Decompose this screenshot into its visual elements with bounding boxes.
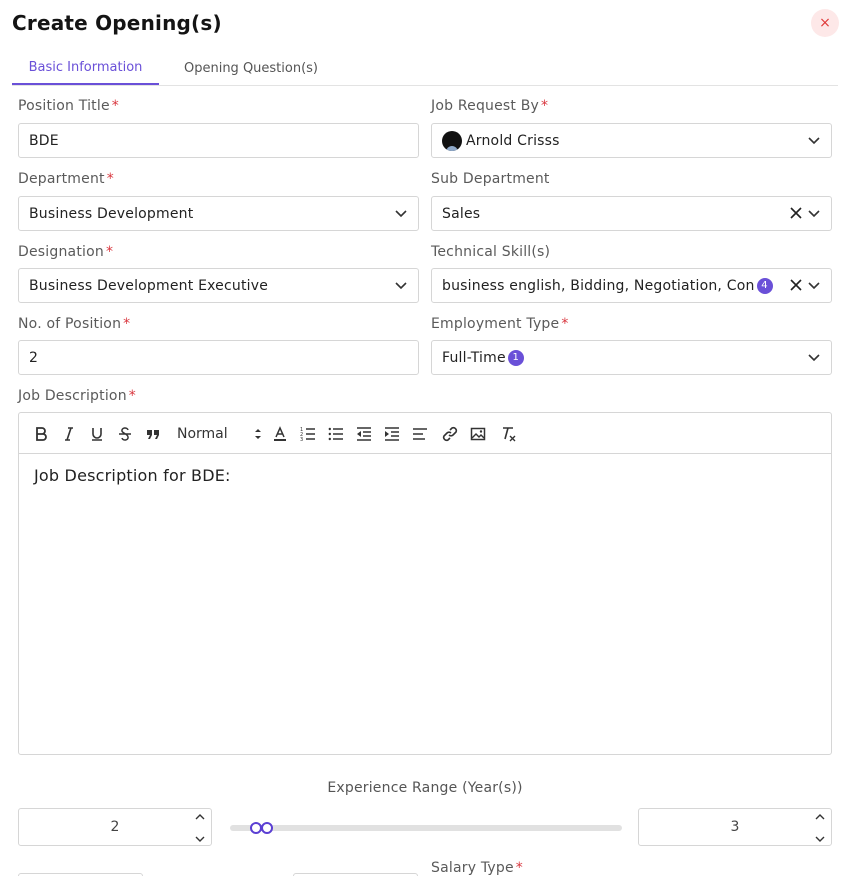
job-request-by-value: Arnold Crisss [466,132,560,149]
tab-basic-information[interactable]: Basic Information [12,52,159,85]
experience-range-label: Experience Range (Year(s)) [327,780,523,796]
italic-icon[interactable] [60,425,78,443]
experience-slider-track[interactable] [230,825,622,831]
chevron-down-icon [395,282,407,290]
spinner[interactable] [193,812,207,844]
no-of-position-input[interactable]: 2 [18,340,419,375]
avatar [442,130,462,151]
position-title-input[interactable]: BDE [18,123,419,158]
close-button[interactable]: × [811,9,839,37]
no-of-position-label: No. of Position * [18,316,131,332]
strikethrough-icon[interactable] [116,425,134,443]
position-title-label: Position Title * [18,98,119,114]
modal-title: Create Opening(s) [12,11,222,35]
position-title-value: BDE [29,132,59,149]
chevron-down-icon[interactable] [195,834,205,844]
skills-count-badge: 4 [756,277,773,294]
align-icon[interactable] [411,425,429,443]
no-of-position-value: 2 [29,349,39,366]
clear-format-icon[interactable] [499,425,517,443]
image-icon[interactable] [469,425,487,443]
chevron-down-icon [808,354,820,362]
chevron-down-icon [808,282,820,290]
tab-bar: Basic Information Opening Question(s) [12,52,838,86]
department-select[interactable]: Business Development [18,196,419,231]
editor-toolbar: Normal 123 [19,413,831,454]
technical-skills-value: business english, Bidding, Negotiation, … [442,277,755,294]
tab-opening-questions[interactable]: Opening Question(s) [172,52,330,85]
outdent-icon[interactable] [355,425,373,443]
job-request-by-label: Job Request By * [431,98,549,114]
clear-icon[interactable] [789,278,803,292]
department-label: Department * [18,171,114,187]
experience-max-input[interactable]: 3 [638,808,832,846]
employment-count-badge: 1 [507,349,524,366]
chevron-up-icon[interactable] [195,812,205,822]
indent-icon[interactable] [383,425,401,443]
link-icon[interactable] [441,425,459,443]
chevron-up-icon[interactable] [815,812,825,822]
experience-min-value: 2 [110,819,120,835]
technical-skills-label: Technical Skill(s) [431,244,551,260]
clear-icon[interactable] [789,206,803,220]
bold-icon[interactable] [32,425,50,443]
select-arrows-icon [255,429,261,439]
heading-select-value: Normal [177,426,228,442]
department-value: Business Development [29,205,194,222]
designation-label: Designation * [18,244,114,260]
experience-min-input[interactable]: 2 [18,808,212,846]
sub-department-value: Sales [442,205,481,222]
sub-department-select[interactable]: Sales [431,196,832,231]
editor-content[interactable]: Job Description for BDE: [19,454,831,497]
heading-select[interactable]: Normal [177,424,263,444]
blockquote-icon[interactable] [144,425,162,443]
chevron-down-icon [808,210,820,218]
experience-slider-max-handle[interactable] [261,822,274,834]
experience-slider-min-handle[interactable] [249,822,262,834]
chevron-down-icon [808,137,820,145]
sub-department-label: Sub Department [431,171,550,187]
employment-type-value: Full-Time [442,349,506,366]
editor-text: Job Description for BDE: [34,466,231,485]
text-color-icon[interactable] [271,425,289,443]
chevron-down-icon [395,210,407,218]
job-description-label: Job Description * [18,388,136,404]
svg-text:3: 3 [300,437,303,442]
job-description-editor[interactable]: Normal 123 Job Description for BDE: [18,412,832,755]
chevron-down-icon[interactable] [815,834,825,844]
job-request-by-select[interactable]: Arnold Crisss [431,123,832,158]
salary-type-label: Salary Type * [431,860,523,876]
technical-skills-select[interactable]: business english, Bidding, Negotiation, … [431,268,832,303]
employment-type-label: Employment Type * [431,316,569,332]
designation-value: Business Development Executive [29,277,269,294]
close-icon: × [819,15,831,31]
bullet-list-icon[interactable] [327,425,345,443]
spinner[interactable] [813,812,827,844]
designation-select[interactable]: Business Development Executive [18,268,419,303]
experience-max-value: 3 [730,819,740,835]
employment-type-select[interactable]: Full-Time 1 [431,340,832,375]
ordered-list-icon[interactable]: 123 [299,425,317,443]
underline-icon[interactable] [88,425,106,443]
